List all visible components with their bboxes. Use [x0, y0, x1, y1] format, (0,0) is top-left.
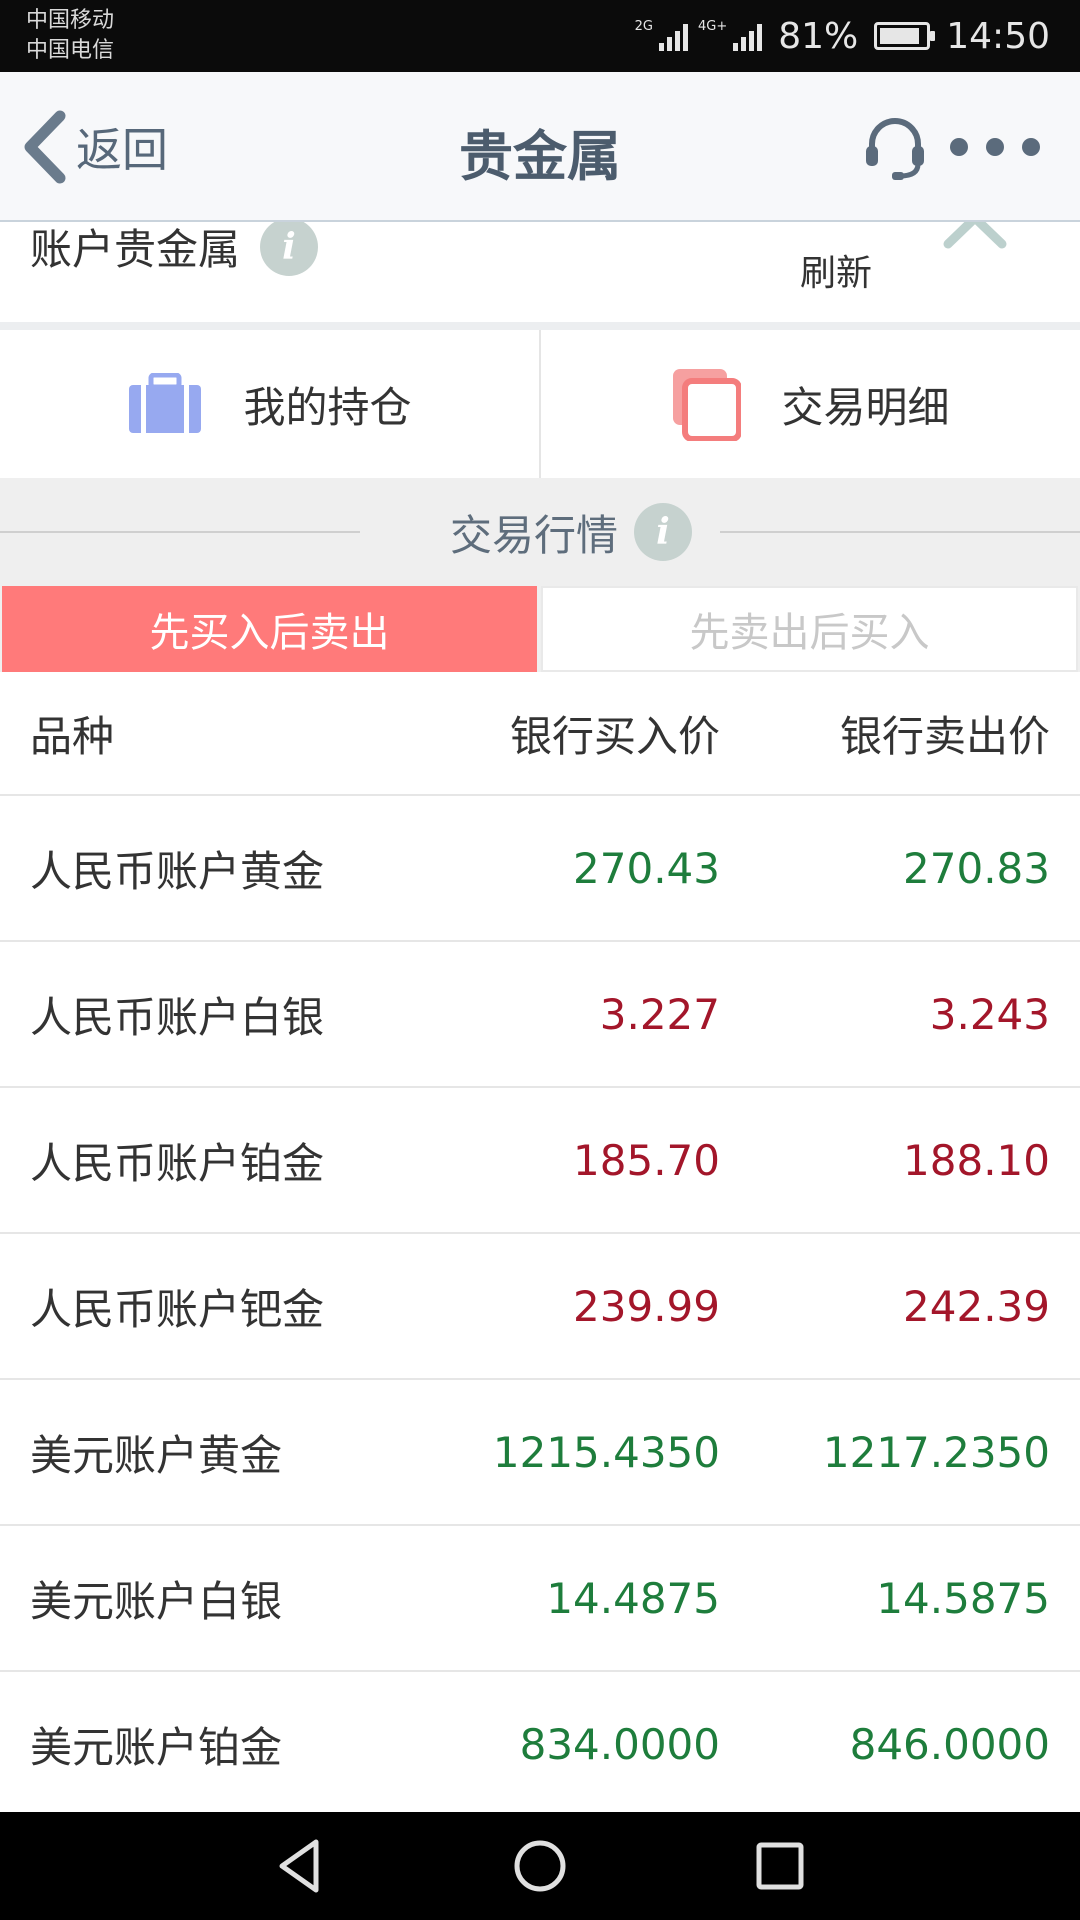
bank-sell-price: 14.5875 [876, 1573, 1050, 1623]
nav-home-icon[interactable] [510, 1836, 570, 1896]
carrier-1: 中国移动 [26, 8, 115, 33]
info-icon[interactable]: i [634, 503, 693, 561]
metal-name: 人民币账户黄金 [30, 846, 325, 896]
table-row[interactable]: 美元账户铂金 834.0000 846.0000 [0, 1672, 1080, 1818]
nav-back-icon[interactable] [270, 1836, 330, 1896]
my-holdings-button[interactable]: 我的持仓 [0, 330, 539, 478]
network-type-1: 2G [634, 19, 653, 34]
status-indicators: 2G 4G+ 81% 14:50 [635, 0, 1050, 72]
bank-buy-price: 185.70 [573, 1135, 720, 1185]
tab-buy-first[interactable]: 先买入后卖出 [2, 586, 537, 672]
table-row[interactable]: 人民币账户黄金 270.43 270.83 [0, 796, 1080, 942]
table-row[interactable]: 人民币账户白银 3.227 3.243 [0, 942, 1080, 1088]
more-button[interactable] [950, 132, 1040, 162]
bank-sell-price: 188.10 [903, 1135, 1050, 1185]
bank-buy-price: 239.99 [573, 1281, 720, 1331]
more-dots-icon [950, 138, 968, 156]
divider [0, 322, 1080, 330]
header-bank-buy: 银行买入价 [509, 711, 720, 761]
bank-buy-price: 1215.4350 [492, 1427, 720, 1477]
metal-name: 美元账户铂金 [30, 1722, 283, 1772]
divider-right [720, 531, 1080, 533]
battery-icon [874, 22, 936, 50]
briefcase-icon [129, 373, 202, 433]
account-summary: 账户贵金属 i 刷新 [0, 222, 1080, 322]
metal-name: 人民币账户铂金 [30, 1138, 325, 1188]
account-title: 账户贵金属 [30, 225, 241, 274]
table-row[interactable]: 美元账户白银 14.4875 14.5875 [0, 1526, 1080, 1672]
bank-buy-price: 834.0000 [519, 1719, 720, 1769]
quick-actions: 我的持仓 交易明细 [0, 330, 1080, 478]
refresh-button[interactable]: 刷新 [800, 244, 872, 296]
bank-buy-price: 3.227 [599, 989, 720, 1039]
market-section-title-row: 交易行情 i [450, 498, 693, 566]
account-title-row: 账户贵金属 i [30, 222, 319, 277]
market-section-title: 交易行情 [450, 510, 619, 560]
customer-service-button[interactable] [860, 112, 930, 182]
battery-percent: 81% [778, 15, 859, 57]
bank-sell-price: 270.83 [903, 843, 1050, 893]
header-bank-sell: 银行卖出价 [839, 711, 1050, 761]
info-icon[interactable]: i [260, 222, 319, 276]
table-header: 品种 银行买入价 银行卖出价 [0, 672, 1080, 796]
price-table: 品种 银行买入价 银行卖出价 人民币账户黄金 270.43 270.83 人民币账户白… [0, 672, 1080, 1818]
signal-2-icon [733, 21, 763, 51]
bank-buy-price: 270.43 [573, 843, 720, 893]
metal-name: 美元账户黄金 [30, 1430, 283, 1480]
my-holdings-label: 我的持仓 [243, 382, 412, 432]
headset-icon [866, 118, 924, 180]
carrier-2: 中国电信 [26, 38, 115, 63]
divider-left [0, 531, 360, 533]
tab-sell-first[interactable]: 先卖出后买入 [541, 586, 1078, 672]
metal-name: 人民币账户钯金 [30, 1284, 325, 1334]
precious-metals-page: 中国移动 中国电信 2G 4G+ 81% 14:50 返回 贵金属 账户贵金属 … [0, 0, 1080, 1920]
metal-name: 美元账户白银 [30, 1576, 283, 1626]
chevron-up-icon[interactable] [940, 222, 1010, 252]
signal-1-icon [658, 21, 688, 51]
bank-sell-price: 3.243 [929, 989, 1050, 1039]
bank-buy-price: 14.4875 [546, 1573, 720, 1623]
table-row[interactable]: 美元账户黄金 1215.4350 1217.2350 [0, 1380, 1080, 1526]
status-bar: 中国移动 中国电信 2G 4G+ 81% 14:50 [0, 0, 1080, 72]
table-body: 人民币账户黄金 270.43 270.83 人民币账户白银 3.227 3.243 人民币账… [0, 796, 1080, 1818]
header-name: 品种 [30, 711, 115, 761]
bank-sell-price: 1217.2350 [822, 1427, 1050, 1477]
bank-sell-price: 846.0000 [849, 1719, 1050, 1769]
trade-direction-tabs: 先买入后卖出 先卖出后买入 [0, 586, 1080, 672]
network-type-2: 4G+ [697, 19, 728, 34]
system-nav-bar [0, 1812, 1080, 1920]
market-section-header: 交易行情 i [0, 478, 1080, 586]
copy-icon [673, 369, 742, 441]
table-row[interactable]: 人民币账户铂金 185.70 188.10 [0, 1088, 1080, 1234]
carrier-labels: 中国移动 中国电信 [26, 6, 114, 66]
bank-sell-price: 242.39 [903, 1281, 1050, 1331]
app-header: 返回 贵金属 [0, 72, 1080, 222]
nav-recents-icon[interactable] [750, 1836, 810, 1896]
table-row[interactable]: 人民币账户钯金 239.99 242.39 [0, 1234, 1080, 1380]
clock: 14:50 [946, 15, 1050, 57]
metal-name: 人民币账户白银 [30, 992, 325, 1042]
transaction-details-label: 交易明细 [781, 382, 950, 432]
transaction-details-button[interactable]: 交易明细 [539, 330, 1080, 478]
